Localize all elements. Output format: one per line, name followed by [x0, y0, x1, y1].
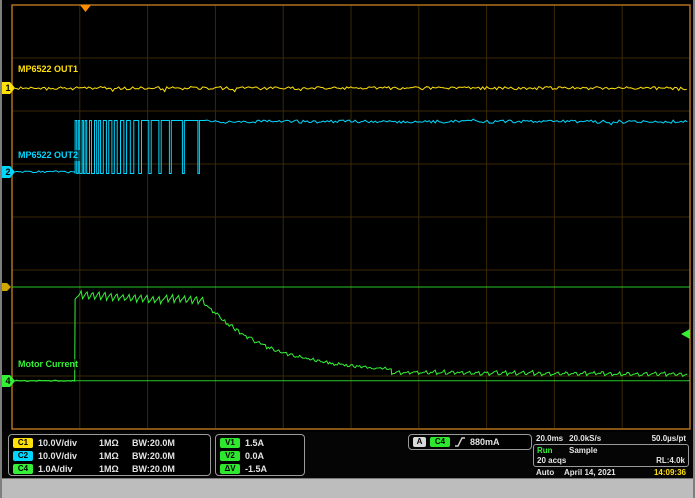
trace-label-ch1: MP6522 OUT1 — [16, 64, 80, 75]
trigger-level-value: 880mA — [470, 437, 500, 447]
channel-badge-c1[interactable]: C1 — [13, 438, 33, 448]
record-length: RL:4.0k — [656, 456, 685, 465]
cursor-badge-dv[interactable]: ΔV — [220, 464, 240, 474]
horizontal-acquisition-readout[interactable]: 20.0ms 20.0kS/s 50.0µs/pt Run Sample 20 … — [533, 433, 689, 478]
date-text: April 14, 2021 — [564, 468, 654, 477]
channel-scale-c4: 1.0A/div — [38, 464, 94, 474]
channel-badge-c2[interactable]: C2 — [13, 451, 33, 461]
trace-label-motor-current: Motor Current — [16, 359, 80, 370]
readout-bar: C1 10.0V/div 1MΩ BW:20.0M C2 10.0V/div 1… — [0, 432, 695, 478]
channel-bandwidth-c1: BW:20.0M — [132, 438, 175, 448]
trigger-badge-a: A — [413, 437, 426, 447]
trigger-mode: Auto — [536, 468, 564, 477]
acquisition-count: 20 acqs — [537, 456, 656, 465]
channel-bandwidth-c2: BW:20.0M — [132, 451, 175, 461]
channel-readout-c1[interactable]: C1 10.0V/div 1MΩ BW:20.0M — [9, 436, 210, 449]
channel-scale-c1: 10.0V/div — [38, 438, 94, 448]
cursor-value-v1: 1.5A — [245, 438, 264, 448]
acq-count-row: 20 acqs RL:4.0k — [534, 455, 688, 465]
channel-impedance-c1: 1MΩ — [99, 438, 127, 448]
run-state-row: Run Sample — [534, 445, 688, 455]
cursor-badge-v1[interactable]: V1 — [220, 438, 240, 448]
channel-bandwidth-c4: BW:20.0M — [132, 464, 175, 474]
cursor-readout-v1[interactable]: V1 1.5A — [216, 436, 304, 449]
resolution-value: 50.0µs/pt — [652, 434, 686, 443]
trace-label-ch2: MP6522 OUT2 — [16, 150, 80, 161]
channel-impedance-c4: 1MΩ — [99, 464, 127, 474]
sample-rate-value: 20.0kS/s — [569, 434, 651, 443]
trigger-source-badge[interactable]: C4 — [430, 437, 450, 447]
cursor-badge-v2[interactable]: V2 — [220, 451, 240, 461]
channel-impedance-c2: 1MΩ — [99, 451, 127, 461]
acquisition-mode: Sample — [569, 446, 597, 455]
timebase-row[interactable]: 20.0ms 20.0kS/s 50.0µs/pt — [533, 433, 689, 444]
left-window-edge — [0, 0, 2, 498]
mode-date-row: Auto April 14, 2021 14:09:36 — [533, 467, 689, 478]
cursor-readout-dv[interactable]: ΔV -1.5A — [216, 462, 304, 475]
channel-readouts: C1 10.0V/div 1MΩ BW:20.0M C2 10.0V/div 1… — [8, 434, 211, 476]
acquisition-status-box[interactable]: Run Sample 20 acqs RL:4.0k — [533, 444, 689, 467]
waveform-display — [0, 0, 695, 432]
rising-edge-icon — [454, 436, 466, 448]
channel-readout-c2[interactable]: C2 10.0V/div 1MΩ BW:20.0M — [9, 449, 210, 462]
oscilloscope-screen: MP6522 OUT1 MP6522 OUT2 Motor Current 1 … — [0, 0, 695, 498]
cursor-readout-v2[interactable]: V2 0.0A — [216, 449, 304, 462]
clock-text: 14:09:36 — [654, 468, 686, 477]
cursor-readouts: V1 1.5A V2 0.0A ΔV -1.5A — [215, 434, 305, 476]
cursor-value-dv: -1.5A — [245, 464, 267, 474]
timebase-value: 20.0ms — [536, 434, 563, 443]
channel-badge-c4[interactable]: C4 — [13, 464, 33, 474]
channel-readout-c4[interactable]: C4 1.0A/div 1MΩ BW:20.0M — [9, 462, 210, 475]
window-chrome-strip — [0, 478, 695, 498]
cursor-value-v2: 0.0A — [245, 451, 264, 461]
trigger-readout[interactable]: A C4 880mA — [408, 434, 532, 450]
channel-scale-c2: 10.0V/div — [38, 451, 94, 461]
run-state: Run — [537, 446, 569, 455]
